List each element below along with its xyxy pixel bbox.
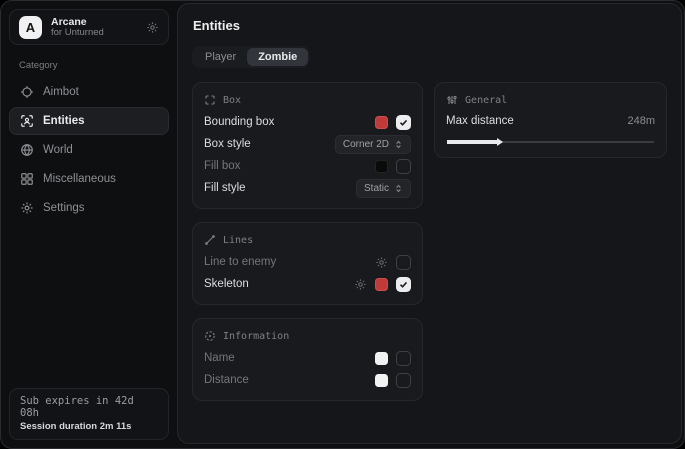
box-style-dropdown[interactable]: Corner 2D (335, 135, 411, 154)
information-section-card: Information Name Distance (192, 318, 423, 401)
app-subtitle: for Unturned (51, 28, 104, 39)
fill-box-checkbox[interactable] (396, 159, 411, 174)
max-distance-row: Max distance 248m (446, 111, 655, 131)
app-window: A Arcane for Unturned Category Aimbot (0, 0, 685, 449)
checkmark-icon (399, 118, 408, 127)
sidebar-item-label: Entities (43, 115, 85, 127)
skeleton-color-swatch[interactable] (375, 278, 388, 291)
section-title: Lines (223, 235, 253, 246)
section-title: General (465, 95, 507, 106)
sidebar-item-label: Miscellaneous (43, 173, 116, 185)
fill-style-row: Fill style Static (204, 177, 411, 199)
subscription-card: Sub expires in 42d 08h Session duration … (9, 388, 169, 440)
max-distance-slider[interactable] (447, 137, 654, 146)
bounding-box-checkbox[interactable] (396, 115, 411, 130)
name-checkbox[interactable] (396, 351, 411, 366)
sub-expires-text: Sub expires in 42d 08h (20, 395, 158, 419)
distance-color-swatch[interactable] (375, 374, 388, 387)
general-section-card: General Max distance 248m (434, 82, 667, 158)
gear-icon[interactable] (375, 256, 388, 269)
information-section-header: Information (204, 330, 411, 342)
fill-box-row: Fill box (204, 155, 411, 177)
app-title-block: Arcane for Unturned (51, 16, 104, 39)
box-section-card: Box Bounding box Box style (192, 82, 423, 209)
max-distance-label: Max distance (446, 115, 514, 127)
session-duration-text: Session duration 2m 11s (20, 421, 158, 432)
tab-zombie[interactable]: Zombie (247, 48, 308, 66)
gear-icon[interactable] (146, 21, 159, 34)
sidebar-item-settings[interactable]: Settings (9, 194, 169, 222)
bounding-box-row: Bounding box (204, 111, 411, 133)
fill-box-color-swatch[interactable] (375, 160, 388, 173)
sliders-icon (446, 94, 458, 106)
box-section-header: Box (204, 94, 411, 106)
chevrons-up-down-icon (394, 140, 403, 149)
sidebar-item-entities[interactable]: Entities (9, 107, 169, 135)
fill-style-dropdown[interactable]: Static (356, 179, 411, 198)
dropdown-value: Static (364, 183, 389, 194)
gear-icon[interactable] (354, 278, 367, 291)
bounding-box-label: Bounding box (204, 116, 274, 128)
general-section-header: General (446, 94, 655, 106)
slider-fill-handle[interactable] (447, 140, 497, 144)
line-to-enemy-label: Line to enemy (204, 256, 276, 268)
fill-style-label: Fill style (204, 182, 246, 194)
dashed-circle-icon (204, 330, 216, 342)
sidebar-header-card: A Arcane for Unturned (9, 9, 169, 45)
diagonal-line-icon (204, 234, 216, 246)
lines-section-card: Lines Line to enemy Skeleton (192, 222, 423, 305)
line-to-enemy-checkbox[interactable] (396, 255, 411, 270)
app-name: Arcane (51, 16, 104, 28)
bounding-box-color-swatch[interactable] (375, 116, 388, 129)
tab-player[interactable]: Player (194, 48, 247, 66)
name-row: Name (204, 347, 411, 369)
sidebar-item-aimbot[interactable]: Aimbot (9, 78, 169, 106)
distance-checkbox[interactable] (396, 373, 411, 388)
sidebar: A Arcane for Unturned Category Aimbot (1, 1, 177, 448)
sidebar-item-label: World (43, 144, 73, 156)
globe-icon (20, 143, 34, 157)
category-label: Category (19, 60, 159, 71)
box-corners-icon (204, 94, 216, 106)
gear-icon (20, 201, 34, 215)
distance-label: Distance (204, 374, 249, 386)
skeleton-label: Skeleton (204, 278, 249, 290)
layout-grid-icon (20, 172, 34, 186)
box-style-row: Box style Corner 2D (204, 133, 411, 155)
name-label: Name (204, 352, 235, 364)
sidebar-item-label: Aimbot (43, 86, 79, 98)
distance-row: Distance (204, 369, 411, 391)
sidebar-item-world[interactable]: World (9, 136, 169, 164)
sidebar-nav: Aimbot Entities World Miscellaneous (9, 78, 169, 222)
entity-tabs: Player Zombie (192, 46, 310, 68)
box-style-label: Box style (204, 138, 251, 150)
lines-section-header: Lines (204, 234, 411, 246)
main-panel: Entities Player Zombie Box Bounding box (177, 3, 682, 444)
section-title: Information (223, 331, 289, 342)
fill-box-label: Fill box (204, 160, 240, 172)
section-title: Box (223, 95, 241, 106)
app-logo: A (19, 16, 42, 39)
max-distance-value: 248m (627, 115, 655, 127)
entities-scan-icon (20, 114, 34, 128)
page-title: Entities (193, 18, 667, 33)
chevrons-up-down-icon (394, 184, 403, 193)
name-color-swatch[interactable] (375, 352, 388, 365)
skeleton-row: Skeleton (204, 273, 411, 295)
dropdown-value: Corner 2D (343, 139, 389, 150)
skeleton-checkbox[interactable] (396, 277, 411, 292)
crosshair-icon (20, 85, 34, 99)
sidebar-item-label: Settings (43, 202, 85, 214)
checkmark-icon (399, 280, 408, 289)
line-to-enemy-row: Line to enemy (204, 251, 411, 273)
sidebar-item-miscellaneous[interactable]: Miscellaneous (9, 165, 169, 193)
